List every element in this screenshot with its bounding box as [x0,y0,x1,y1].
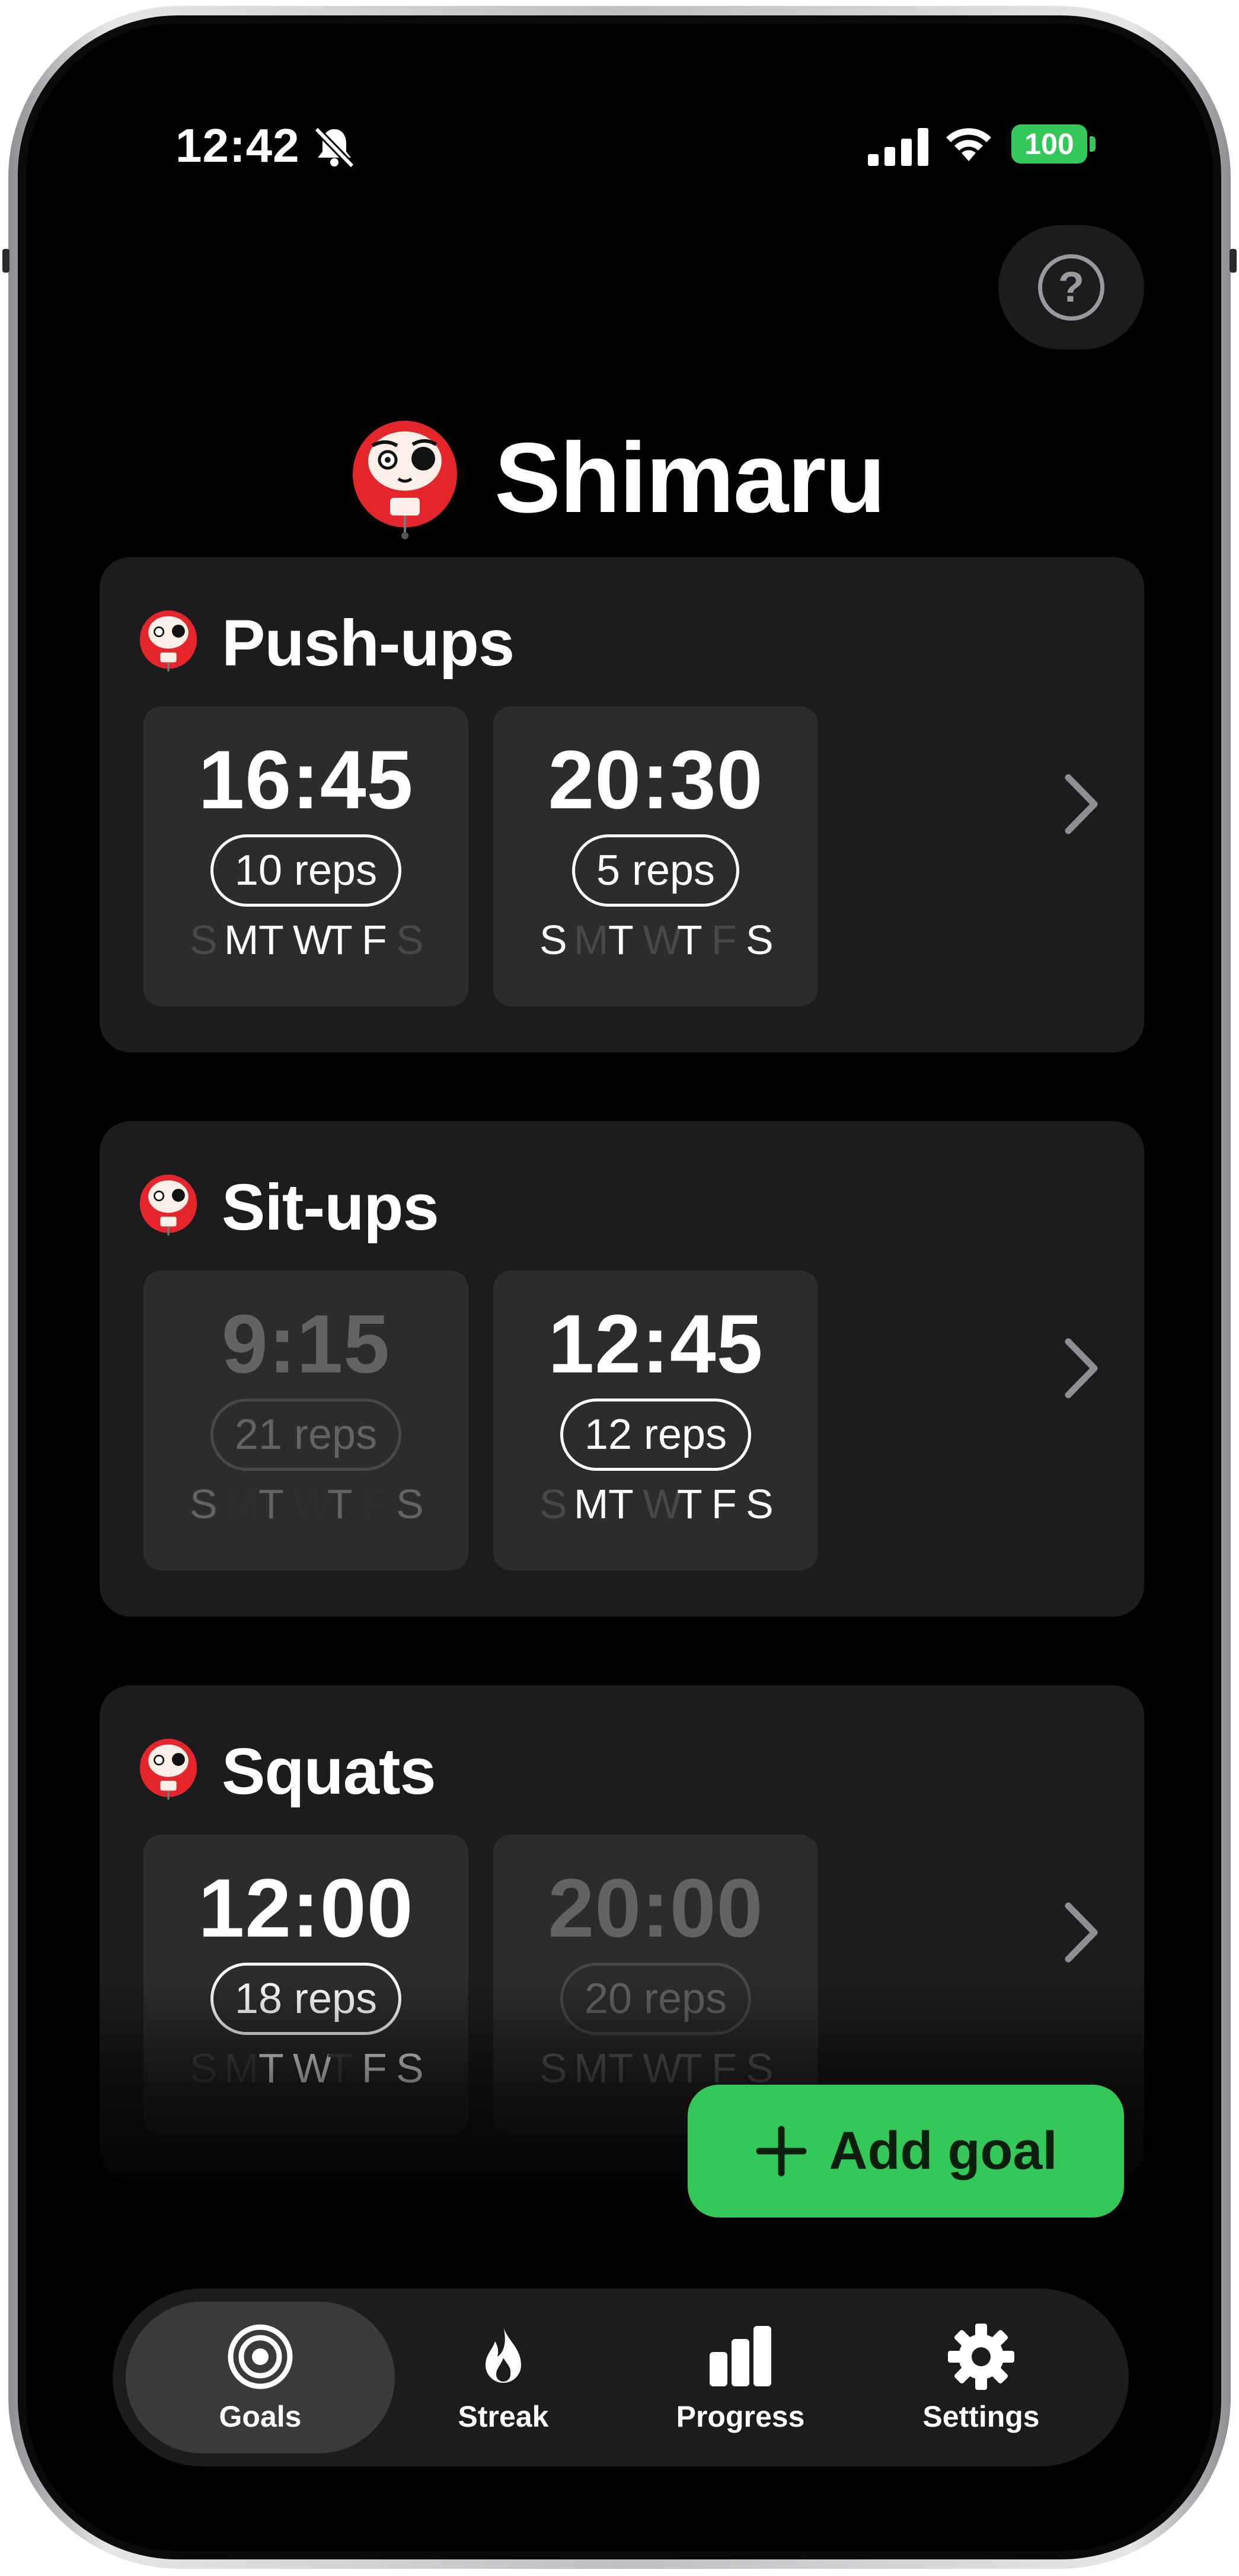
day-thursday: T [677,917,704,963]
goal-title: Push-ups [222,607,515,680]
day-wednesday: W [293,1481,334,1527]
day-saturday: S [746,917,775,963]
day-friday: F [362,1481,388,1527]
goal-title: Squats [222,1735,436,1808]
tab-bar: Goals Streak Progress Settings [113,2289,1129,2466]
reps-badge: 12 reps [560,1399,752,1471]
side-button-left [2,249,9,273]
reps-badge: 21 reps [210,1399,402,1471]
slot-time: 12:45 [548,1297,764,1390]
day-sunday: S [190,917,219,963]
slot-time: 12:00 [198,1861,414,1954]
day-sunday: S [539,1481,569,1527]
day-friday: F [711,917,738,963]
wifi-icon [946,128,991,161]
tab-progress[interactable]: Progress [606,2302,875,2453]
day-sunday: S [539,917,569,963]
day-wednesday: W [643,917,684,963]
day-friday: F [711,1481,738,1527]
chevron-right-icon [1065,774,1098,834]
day-wednesday: W [293,917,334,963]
chevron-right-icon [1065,1338,1098,1399]
tab-goals[interactable]: Goals [126,2302,395,2453]
daruma-icon [139,1739,197,1800]
bar-chart-icon [710,2326,771,2386]
day-monday: M [224,917,260,963]
goal-title: Sit-ups [222,1171,439,1244]
reps-badge: 10 reps [210,834,402,907]
chevron-right-icon [1065,1902,1098,1963]
reminder-slot[interactable]: 12:45 12 reps S M T W T F S [493,1271,818,1570]
day-monday: M [224,1481,260,1527]
daruma-logo-icon [353,421,457,539]
day-thursday: T [327,1481,354,1527]
day-sunday: S [190,1481,219,1527]
day-wednesday: W [643,1481,684,1527]
slot-time: 20:00 [548,1861,764,1954]
reminder-slot[interactable]: 9:15 21 reps S M T W T F S [143,1271,468,1570]
slot-time: 16:45 [198,733,414,826]
tab-streak[interactable]: Streak [369,2302,638,2453]
target-icon [228,2324,293,2389]
tab-label: Goals [219,2400,302,2433]
weekday-row: S M T W T F S [539,916,775,964]
day-saturday: S [396,1481,425,1527]
slot-time: 20:30 [548,733,764,826]
day-monday: M [574,1481,610,1527]
battery-tip [1090,136,1096,152]
day-saturday: S [396,917,425,963]
day-monday: M [574,917,610,963]
battery-indicator: 100 [1011,124,1087,164]
reminder-slot[interactable]: 20:30 5 reps S M T W T F S [493,706,818,1006]
tab-label: Progress [676,2400,805,2433]
day-tuesday: T [608,1481,635,1527]
add-goal-button[interactable]: Add goal [688,2085,1124,2217]
app-header: Shimaru [26,403,1213,545]
app-screen: 12:42 100 ? Shimaru Push-ups 16:45 10 re… [26,24,1213,2551]
goal-card-sit-ups[interactable]: Sit-ups 9:15 21 reps S M T W T F S 12:45… [100,1121,1144,1617]
slot-time: 9:15 [221,1297,391,1390]
day-tuesday: T [258,1481,285,1527]
day-saturday: S [746,1481,775,1527]
weekday-row: S M T W T F S [539,1480,775,1528]
weekday-row: S M T W T F S [190,916,425,964]
question-icon: ? [1038,254,1104,321]
weekday-row: S M T W T F S [190,1480,425,1528]
add-goal-label: Add goal [829,2121,1058,2181]
app-title: Shimaru [494,422,886,533]
help-button[interactable]: ? [998,225,1144,350]
day-friday: F [362,917,388,963]
goal-card-push-ups[interactable]: Push-ups 16:45 10 reps S M T W T F S 20:… [100,557,1144,1052]
status-time: 12:42 [175,119,300,172]
bell-muted-icon [314,126,355,169]
cellular-signal-icon [868,128,928,166]
reps-badge: 5 reps [571,834,740,907]
side-button-right [1230,249,1237,273]
plus-icon [756,2126,807,2177]
gear-icon [948,2324,1014,2390]
tab-settings[interactable]: Settings [847,2302,1116,2453]
day-thursday: T [327,917,354,963]
day-thursday: T [677,1481,704,1527]
flame-icon [486,2326,521,2383]
day-tuesday: T [258,917,285,963]
reminder-slot[interactable]: 16:45 10 reps S M T W T F S [143,706,468,1006]
tab-label: Settings [922,2400,1040,2433]
tab-label: Streak [458,2400,549,2433]
daruma-icon [139,1175,197,1236]
day-tuesday: T [608,917,635,963]
daruma-icon [139,610,197,671]
